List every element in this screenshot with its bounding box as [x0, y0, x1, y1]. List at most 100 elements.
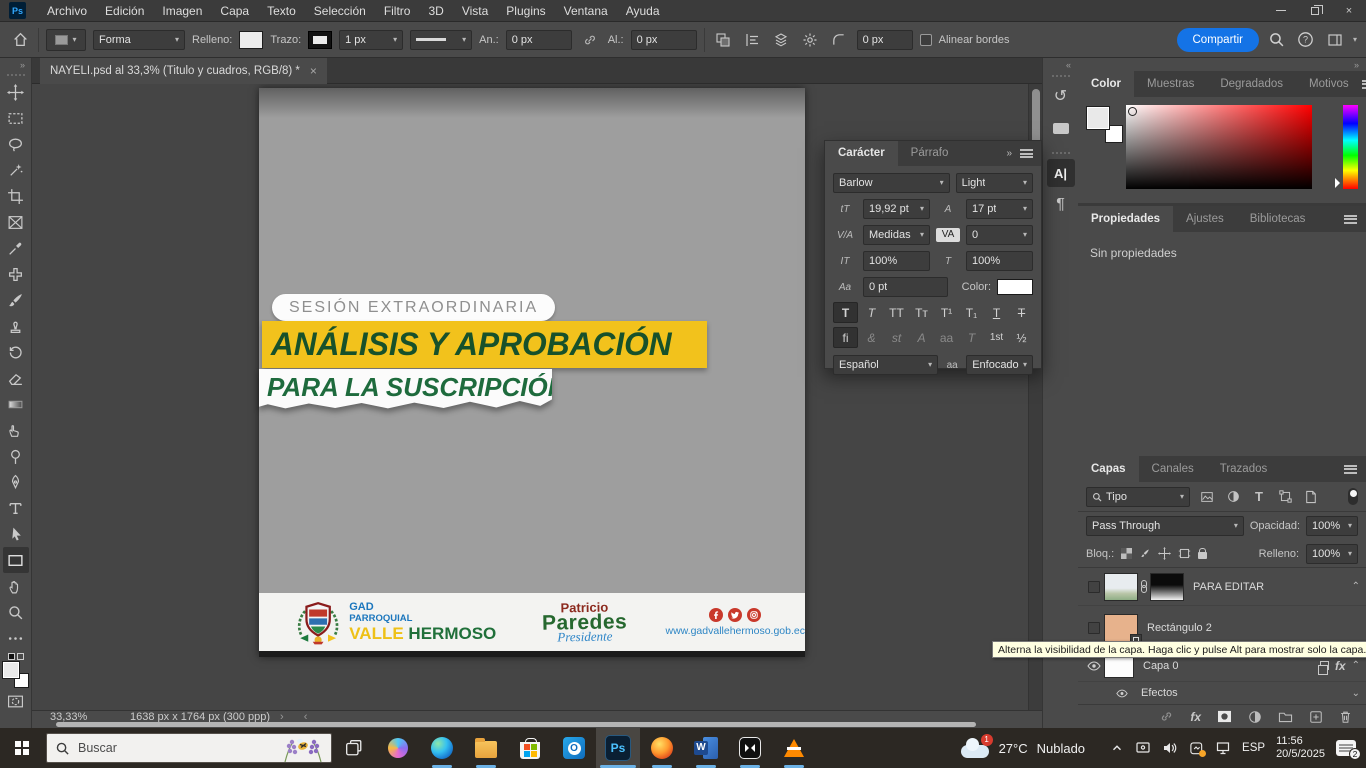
- history-brush-tool[interactable]: [3, 339, 29, 365]
- menu-capa[interactable]: Capa: [211, 0, 258, 22]
- filter-adjustment-layers-icon[interactable]: [1224, 488, 1242, 506]
- tab-paragraph[interactable]: Párrafo: [898, 141, 962, 166]
- titling-alternates-button[interactable]: T: [960, 327, 983, 348]
- kerning-select[interactable]: Medidas▾: [863, 225, 930, 245]
- tab-propiedades[interactable]: Propiedades: [1078, 206, 1173, 232]
- filter-smart-objects-icon[interactable]: [1302, 488, 1320, 506]
- vertical-scale-field[interactable]: 100%: [863, 251, 930, 271]
- menu-texto[interactable]: Texto: [258, 0, 305, 22]
- hue-slider[interactable]: [1343, 105, 1358, 189]
- all-caps-button[interactable]: TT: [885, 302, 908, 323]
- network-icon[interactable]: [1215, 741, 1231, 755]
- strip-collapse-icon[interactable]: «: [1043, 58, 1078, 73]
- dodge-tool[interactable]: [3, 443, 29, 469]
- notification-center-icon[interactable]: 2: [1336, 740, 1356, 756]
- link-layers-icon[interactable]: [1159, 709, 1174, 724]
- gradient-tool[interactable]: [3, 391, 29, 417]
- close-button[interactable]: ×: [1332, 0, 1366, 22]
- menu-imagen[interactable]: Imagen: [153, 0, 211, 22]
- color-panel-menu-icon[interactable]: [1362, 80, 1366, 89]
- comments-panel-icon[interactable]: [1047, 114, 1075, 142]
- character-panel-icon[interactable]: A|: [1047, 159, 1075, 187]
- baseline-shift-field[interactable]: 0 pt: [863, 277, 948, 297]
- tool-mode-select[interactable]: Forma▾: [93, 30, 185, 50]
- subscript-button[interactable]: T₁: [960, 302, 983, 323]
- document-close-icon[interactable]: ×: [310, 64, 317, 78]
- stroke-width-select[interactable]: 1 px▾: [339, 30, 403, 50]
- layer-mask-link-icon[interactable]: [1140, 580, 1148, 593]
- properties-panel-menu-icon[interactable]: [1344, 215, 1357, 224]
- path-alignment-icon[interactable]: [741, 29, 763, 51]
- shape-height-field[interactable]: 0 px: [631, 30, 697, 50]
- panel-menu-icon[interactable]: [1020, 149, 1033, 158]
- layer-mask-thumbnail[interactable]: [1150, 573, 1184, 601]
- capcut-button[interactable]: [728, 728, 772, 768]
- eyedropper-tool[interactable]: [3, 235, 29, 261]
- filter-type-layers-icon[interactable]: T: [1250, 488, 1268, 506]
- tab-bibliotecas[interactable]: Bibliotecas: [1237, 206, 1319, 232]
- object-selection-tool[interactable]: [3, 157, 29, 183]
- healing-brush-tool[interactable]: [3, 261, 29, 287]
- strikethrough-button[interactable]: T: [1010, 302, 1033, 323]
- shape-width-field[interactable]: 0 px: [506, 30, 572, 50]
- layer-filtering-toggle[interactable]: [1348, 488, 1358, 505]
- leading-select[interactable]: 17 pt▾: [966, 199, 1033, 219]
- layer-row-efectos[interactable]: Efectos ⌄: [1078, 682, 1366, 704]
- add-layer-style-icon[interactable]: fx: [1190, 710, 1201, 724]
- collapse-effects-icon[interactable]: ⌃: [1352, 581, 1360, 592]
- restore-button[interactable]: [1298, 0, 1332, 22]
- fill-opacity-select[interactable]: 100%▾: [1306, 544, 1358, 564]
- faux-italic-button[interactable]: T: [860, 302, 883, 323]
- filter-pixel-layers-icon[interactable]: [1198, 488, 1216, 506]
- discretionary-ligatures-button[interactable]: st: [885, 327, 908, 348]
- brush-tool[interactable]: [3, 287, 29, 313]
- new-layer-icon[interactable]: [1309, 710, 1323, 724]
- share-button[interactable]: Compartir: [1177, 28, 1259, 52]
- vlc-button[interactable]: [772, 728, 816, 768]
- tab-capas[interactable]: Capas: [1078, 456, 1139, 482]
- shape-layer-thumbnail[interactable]: [1104, 614, 1138, 642]
- hue-slider-handle[interactable]: [1335, 178, 1345, 188]
- tool-preset-picker[interactable]: ▾: [46, 29, 86, 51]
- tab-color[interactable]: Color: [1078, 71, 1134, 97]
- path-selection-tool[interactable]: [3, 521, 29, 547]
- pen-tool[interactable]: [3, 469, 29, 495]
- tab-character[interactable]: Carácter: [825, 141, 898, 166]
- firefox-button[interactable]: [640, 728, 684, 768]
- opacity-select[interactable]: 100%▾: [1306, 516, 1358, 536]
- add-layer-mask-icon[interactable]: [1217, 710, 1232, 723]
- crop-tool[interactable]: [3, 183, 29, 209]
- eye-icon[interactable]: [1087, 661, 1101, 671]
- workspace-switcher-icon[interactable]: [1324, 29, 1346, 51]
- frame-tool[interactable]: [3, 209, 29, 235]
- search-icon[interactable]: [1266, 29, 1288, 51]
- tab-motivos[interactable]: Motivos: [1296, 71, 1362, 97]
- text-color-swatch[interactable]: [997, 279, 1033, 295]
- lock-artboard-icon[interactable]: [1178, 547, 1191, 560]
- small-caps-button[interactable]: Tᴛ: [910, 302, 933, 323]
- anti-alias-select[interactable]: Enfocado▾: [966, 355, 1033, 375]
- delete-layer-icon[interactable]: [1339, 710, 1352, 724]
- path-operations-icon[interactable]: [712, 29, 734, 51]
- lasso-tool[interactable]: [3, 131, 29, 157]
- panel-expand-icon[interactable]: »: [1006, 148, 1012, 159]
- layer-filter-type-select[interactable]: Tipo▾: [1086, 487, 1190, 507]
- fx-badge[interactable]: fx: [1335, 659, 1346, 673]
- layer-thumbnail[interactable]: [1104, 573, 1138, 601]
- microsoft-store-button[interactable]: [508, 728, 552, 768]
- effects-label[interactable]: Efectos: [1141, 687, 1178, 699]
- eraser-tool[interactable]: [3, 365, 29, 391]
- type-tool[interactable]: [3, 495, 29, 521]
- font-size-select[interactable]: 19,92 pt▾: [863, 199, 930, 219]
- document-tab[interactable]: NAYELI.psd al 33,3% (Titulo y cuadros, R…: [40, 58, 327, 84]
- menu-ayuda[interactable]: Ayuda: [617, 0, 669, 22]
- expand-icon[interactable]: ⌄: [1352, 688, 1360, 699]
- lock-position-icon[interactable]: [1158, 547, 1171, 560]
- copilot-button[interactable]: [376, 728, 420, 768]
- lock-image-pixels-icon[interactable]: [1139, 548, 1151, 560]
- tab-trazados[interactable]: Trazados: [1207, 456, 1281, 482]
- new-group-icon[interactable]: [1278, 710, 1293, 723]
- layer-name[interactable]: Rectángulo 2: [1147, 622, 1212, 634]
- visibility-toggle-efectos[interactable]: [1112, 682, 1132, 704]
- clone-stamp-tool[interactable]: [3, 313, 29, 339]
